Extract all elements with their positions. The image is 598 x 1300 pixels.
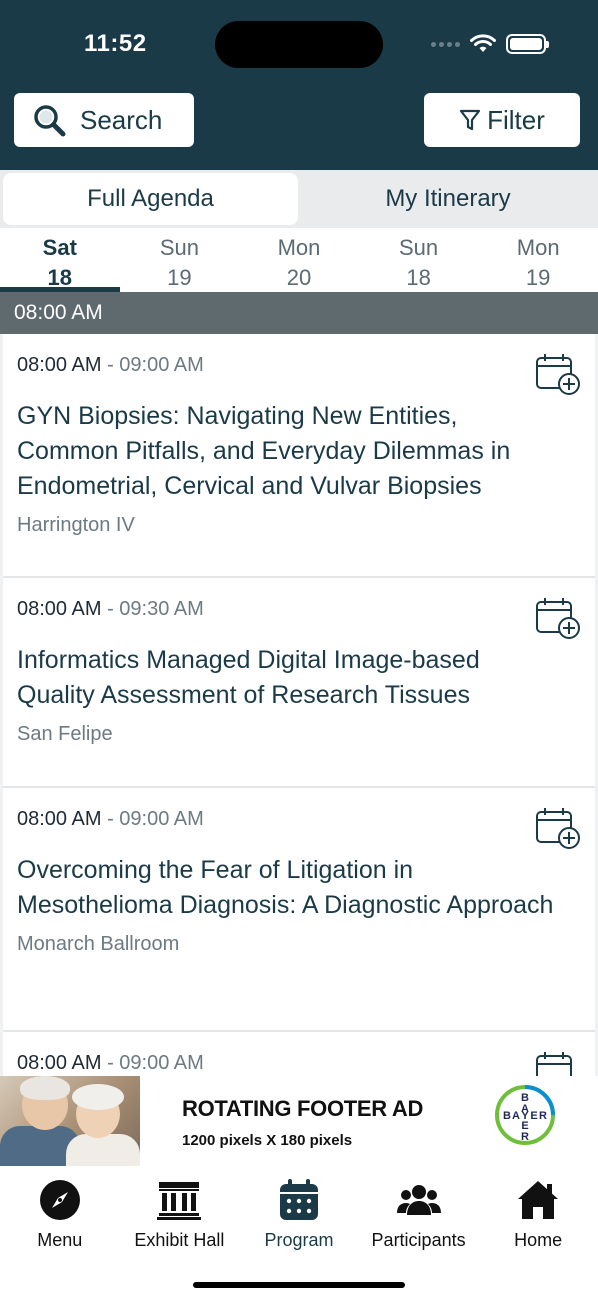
session-title: GYN Biopsies: Navigating New Entities, C… <box>17 402 511 500</box>
day-number: 18 <box>47 265 73 290</box>
filter-button[interactable]: Filter <box>424 93 580 147</box>
day-tab[interactable]: Sun 19 <box>120 228 240 292</box>
building-icon <box>157 1178 202 1222</box>
tab-program[interactable]: Program <box>239 1166 359 1300</box>
tab-participants[interactable]: Participants <box>359 1166 479 1300</box>
session-card[interactable]: 08:00 AM - 09:30 AM Informatics Managed … <box>3 578 595 788</box>
battery-icon <box>506 34 549 54</box>
time-group-header: 08:00 AM <box>0 292 598 334</box>
session-start: 08:00 AM <box>17 808 102 830</box>
home-indicator[interactable] <box>193 1282 405 1288</box>
search-button[interactable]: Search <box>14 93 194 147</box>
tab-home[interactable]: Home <box>478 1166 598 1300</box>
session-title: Overcoming the Fear of Litigation in Mes… <box>17 856 554 919</box>
add-to-calendar-icon[interactable] <box>535 1050 581 1076</box>
tab-label: Home <box>514 1230 563 1250</box>
search-label: Search <box>80 104 163 135</box>
wifi-icon <box>470 34 496 52</box>
session-start: 08:00 AM <box>17 598 102 620</box>
time-separator: - <box>101 1052 120 1074</box>
footer-ad[interactable]: ROTATING FOOTER AD 1200 pixels X 180 pix… <box>0 1076 598 1166</box>
add-to-calendar-icon[interactable] <box>535 806 581 850</box>
signal-icon <box>431 41 460 47</box>
session-card[interactable]: 08:00 AM - 09:00 AM <box>3 1032 595 1076</box>
home-icon <box>516 1178 560 1222</box>
tab-label: Exhibit Hall <box>134 1230 225 1250</box>
session-title: Informatics Managed Digital Image-based … <box>17 646 480 709</box>
session-start: 08:00 AM <box>17 354 102 376</box>
session-start: 08:00 AM <box>17 1052 102 1074</box>
bottom-tab-bar: Menu Exhibit Hall Program Participants H… <box>0 1166 598 1300</box>
ad-title: ROTATING FOOTER AD <box>182 1096 424 1121</box>
day-name: Mon <box>516 235 560 260</box>
session-end: 09:00 AM <box>119 808 204 830</box>
search-icon <box>34 105 66 137</box>
day-number: 19 <box>167 265 192 290</box>
day-number: 19 <box>525 265 551 290</box>
people-icon <box>396 1178 441 1222</box>
time-separator: - <box>101 354 120 376</box>
filter-label: Filter <box>487 104 545 135</box>
day-name: Sun <box>159 235 199 260</box>
day-name: Mon <box>277 235 321 260</box>
session-card[interactable]: 08:00 AM - 09:00 AM GYN Biopsies: Naviga… <box>3 334 595 578</box>
tab-my-itinerary[interactable]: My Itinerary <box>298 173 598 225</box>
session-list[interactable]: 08:00 AM - 09:00 AM GYN Biopsies: Naviga… <box>0 334 598 1076</box>
day-tab[interactable]: Mon 19 <box>478 228 598 292</box>
day-name: Sun <box>399 235 439 260</box>
session-time: 08:00 AM - 09:00 AM <box>17 808 581 831</box>
session-room: San Felipe <box>17 723 113 745</box>
session-end: 09:00 AM <box>119 1052 204 1074</box>
ad-photo <box>0 1076 140 1166</box>
session-room: Harrington IV <box>17 514 135 536</box>
session-end: 09:30 AM <box>119 598 204 620</box>
session-card[interactable]: 08:00 AM - 09:00 AM Overcoming the Fear … <box>3 788 595 1032</box>
app-header: 11:52 Search Filter <box>0 0 598 170</box>
day-number: 18 <box>406 265 431 290</box>
add-to-calendar-icon[interactable] <box>535 352 581 396</box>
compass-icon <box>38 1178 82 1222</box>
dynamic-island <box>215 21 383 68</box>
svg-text:B: B <box>503 1110 511 1122</box>
add-to-calendar-icon[interactable] <box>535 596 581 640</box>
day-number: 20 <box>286 265 312 290</box>
calendar-icon <box>277 1178 321 1222</box>
bayer-logo: B A B A Y E R E R <box>495 1085 555 1145</box>
day-name: Sat <box>42 235 77 260</box>
day-tab[interactable]: Sat 18 <box>0 228 120 292</box>
status-icons <box>431 32 549 56</box>
tab-label: Program <box>264 1230 334 1250</box>
day-tab[interactable]: Sun 18 <box>359 228 479 292</box>
agenda-segment-control: Full Agenda My Itinerary <box>0 170 598 228</box>
status-time: 11:52 <box>84 30 147 57</box>
svg-text:E: E <box>530 1110 537 1122</box>
tab-label: Menu <box>37 1230 83 1250</box>
tab-menu[interactable]: Menu <box>0 1166 120 1300</box>
tab-label: Participants <box>371 1230 466 1250</box>
session-time: 08:00 AM - 09:00 AM <box>17 354 581 377</box>
svg-text:R: R <box>539 1110 547 1122</box>
session-end: 09:00 AM <box>119 354 204 376</box>
filter-icon <box>460 109 481 131</box>
tab-exhibit-hall[interactable]: Exhibit Hall <box>120 1166 240 1300</box>
ad-subtitle: 1200 pixels X 180 pixels <box>182 1132 353 1149</box>
session-time: 08:00 AM - 09:00 AM <box>17 1052 581 1075</box>
day-tab[interactable]: Mon 20 <box>239 228 359 292</box>
time-separator: - <box>101 598 120 620</box>
session-room: Monarch Ballroom <box>17 933 180 955</box>
tab-full-agenda[interactable]: Full Agenda <box>3 173 298 225</box>
day-selector: Sat 18 Sun 19 Mon 20 Sun 18 Mon 19 <box>0 228 598 292</box>
session-time: 08:00 AM - 09:30 AM <box>17 598 581 621</box>
svg-text:R: R <box>521 1131 529 1143</box>
svg-text:A: A <box>512 1110 520 1122</box>
time-separator: - <box>101 808 120 830</box>
